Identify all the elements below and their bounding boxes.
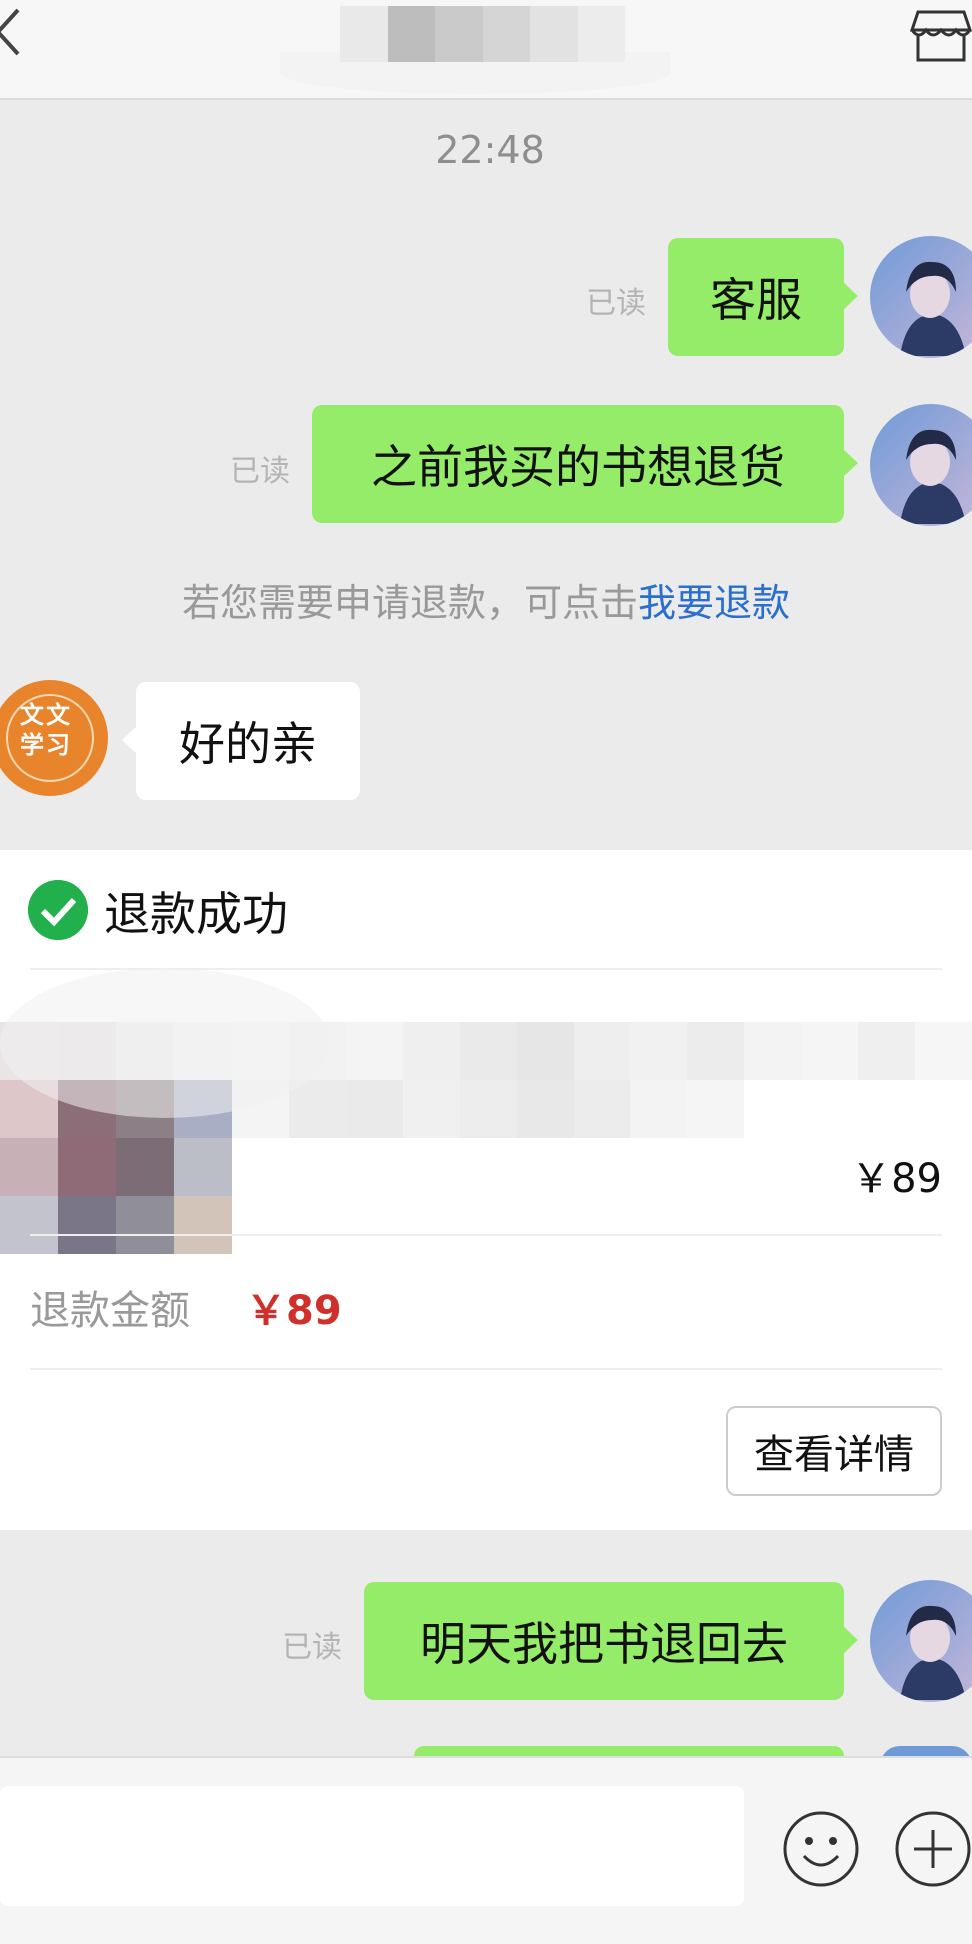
blur-block — [577, 6, 625, 62]
notice-text: 若您需要申请退款，可点击 — [181, 581, 638, 625]
blur-block — [915, 1022, 972, 1080]
chat-title-blurred — [340, 6, 625, 62]
blur-block — [58, 1196, 116, 1254]
blur-block — [340, 6, 388, 62]
blur-block — [801, 1022, 859, 1080]
received-message-bubble[interactable]: 好的亲 — [122, 682, 360, 800]
blur-block — [858, 1080, 916, 1138]
blur-block — [0, 1138, 58, 1196]
blur-block — [482, 6, 530, 62]
blur-block — [345, 1022, 403, 1080]
blur-block — [387, 6, 435, 62]
user-avatar[interactable] — [870, 1580, 972, 1702]
blur-block — [402, 1022, 460, 1080]
user-avatar-image — [870, 1580, 972, 1702]
read-status: 已读 — [282, 1630, 342, 1665]
refund-system-notice: 若您需要申请退款，可点击我要退款 — [0, 572, 972, 627]
blur-block — [516, 1080, 574, 1138]
message-input-bar — [0, 1756, 972, 1944]
message-input[interactable] — [0, 1786, 744, 1906]
sent-message-bubble[interactable]: 明天我把书退回去 — [364, 1582, 858, 1700]
blur-block — [744, 1022, 802, 1080]
blur-block — [0, 1196, 58, 1254]
shop-avatar[interactable]: 文文学习 — [0, 680, 108, 796]
view-details-button[interactable]: 查看详情 — [726, 1406, 942, 1496]
user-avatar-image — [870, 404, 972, 526]
blur-block — [435, 6, 483, 62]
blur-block — [345, 1080, 403, 1138]
divider — [30, 1368, 942, 1370]
blur-block — [459, 1022, 517, 1080]
blur-block — [687, 1022, 745, 1080]
blur-block — [630, 1080, 688, 1138]
blur-block — [402, 1080, 460, 1138]
blur-block — [174, 1196, 232, 1254]
sent-message-bubble[interactable]: 之前我买的书想退货 — [312, 405, 858, 523]
blur-block — [573, 1022, 631, 1080]
blur-block — [801, 1080, 859, 1138]
refund-status-title: 退款成功 — [104, 887, 288, 941]
emoji-icon[interactable] — [782, 1810, 860, 1888]
back-arrow-icon[interactable] — [0, 2, 24, 62]
blur-block — [530, 6, 578, 62]
blur-block — [915, 1080, 972, 1138]
request-refund-link[interactable]: 我要退款 — [638, 581, 790, 625]
refund-amount-value: ￥89 — [246, 1288, 342, 1334]
blur-block — [516, 1022, 574, 1080]
blur-block — [288, 1080, 346, 1138]
blur-block — [459, 1080, 517, 1138]
store-icon[interactable] — [910, 2, 972, 64]
read-status: 已读 — [586, 286, 646, 321]
blur-block — [744, 1080, 802, 1138]
refund-amount-label: 退款金额 — [30, 1288, 190, 1334]
plus-icon[interactable] — [894, 1810, 972, 1888]
product-title-blurred — [232, 1022, 972, 1138]
success-check-icon — [28, 880, 88, 940]
blur-block — [116, 1138, 174, 1196]
read-status: 已读 — [230, 454, 290, 489]
blur-block — [58, 1138, 116, 1196]
sent-message-bubble[interactable]: 客服 — [668, 238, 858, 356]
blur-smear — [0, 968, 330, 1118]
chat-header — [0, 0, 972, 100]
blur-block — [174, 1138, 232, 1196]
user-avatar-image — [870, 236, 972, 358]
divider — [30, 1234, 942, 1236]
blur-block — [630, 1022, 688, 1080]
blur-block — [858, 1022, 916, 1080]
refund-status-card[interactable]: 退款成功 ￥89 退款金额 ￥89 查看详情 — [0, 850, 972, 1530]
blur-block — [687, 1080, 745, 1138]
shop-avatar-text: 文文学习 — [20, 700, 72, 759]
user-avatar[interactable] — [870, 404, 972, 526]
product-price: ￥89 — [851, 1156, 942, 1202]
blur-block — [116, 1196, 174, 1254]
message-timestamp: 22:48 — [435, 128, 545, 172]
user-avatar[interactable] — [870, 236, 972, 358]
blur-block — [573, 1080, 631, 1138]
